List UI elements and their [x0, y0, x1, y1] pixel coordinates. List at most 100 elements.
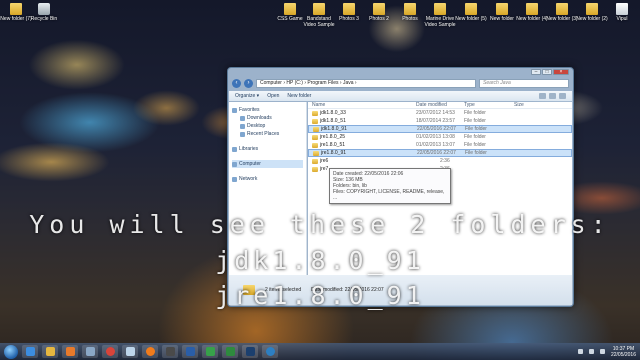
back-icon[interactable]: ‹ [232, 78, 241, 88]
folder-tooltip: Date created: 22/05/2016 22:06 Size: 136… [329, 168, 451, 204]
minimize-button[interactable]: – [531, 69, 541, 75]
open-button[interactable]: Open [267, 93, 279, 99]
volume-icon[interactable] [599, 349, 605, 354]
file-row[interactable]: jdk1.8.0_51 18/07/2014 23:57 File folder [308, 117, 572, 125]
file-type: File folder [465, 150, 487, 156]
file-date: 2:36 [440, 158, 450, 164]
folder-icon [586, 3, 598, 15]
column-date[interactable]: Date modified [416, 102, 464, 108]
desktop-icon-new-folder-5[interactable]: New folder (5) [455, 3, 487, 22]
file-type: File folder [464, 110, 486, 116]
desktop-icon-css-game[interactable]: CSS Game [274, 3, 306, 22]
view-options-icon[interactable] [539, 93, 546, 99]
nav-label: Network [239, 176, 258, 182]
taskbar-ie-icon[interactable] [22, 345, 38, 358]
desktop-icon-vipul[interactable]: Vipul [606, 3, 638, 22]
desktop-icon-label: New folder [490, 16, 514, 22]
caption-line-2: jdk1.8.0_91 [215, 246, 425, 275]
taskbar-chrome-icon[interactable] [102, 345, 118, 358]
forward-icon[interactable]: › [244, 78, 253, 88]
file-row[interactable]: jre1.8.0_25 01/02/2013 13:08 File folder [308, 133, 572, 141]
file-icon [616, 3, 628, 15]
column-type[interactable]: Type [464, 102, 514, 108]
file-name: jre6 [320, 158, 329, 164]
file-row[interactable]: jdk1.8.0_33 23/07/2012 14:53 File folder [308, 109, 572, 117]
desktop-icon-label: CSS Game [277, 16, 303, 22]
nav-gap [232, 168, 303, 175]
address-bar[interactable]: Computer › HP (C:) › Program Files › Jav… [256, 78, 476, 88]
recycle-bin-icon [38, 3, 50, 15]
desktop-icon-photos-2[interactable]: Photos 2 [363, 3, 395, 22]
clock[interactable]: 10:37 PM 22/05/2016 [611, 346, 636, 358]
star-icon [232, 107, 237, 113]
nav-computer[interactable]: Computer [232, 160, 303, 168]
help-icon[interactable] [559, 93, 566, 99]
taskbar-video-icon[interactable] [162, 345, 178, 358]
close-button[interactable]: × [553, 69, 569, 75]
desktop-icon-label: Photos 3 [339, 16, 359, 22]
nav-recent-places[interactable]: Recent Places [232, 130, 303, 138]
desktop-icon-photos-3[interactable]: Photos 3 [333, 3, 365, 22]
start-button[interactable] [4, 344, 18, 359]
file-date: 01/02/2013 13:08 [416, 134, 455, 140]
file-date: 22/05/2016 22:07 [417, 150, 456, 156]
network-tray-icon[interactable] [588, 349, 594, 354]
toolbar: Organize ▾ Open New folder [229, 91, 572, 101]
desktop-icon-recycle-bin[interactable]: Recycle Bin [28, 3, 60, 22]
file-name: jdk1.8.0_91 [321, 126, 347, 132]
column-size[interactable]: Size [514, 102, 544, 108]
nav-favorites[interactable]: Favorites [232, 106, 303, 114]
file-row-selected[interactable]: jre1.8.0_91 22/05/2016 22:07 File folder [308, 149, 572, 157]
nav-libraries[interactable]: Libraries [232, 145, 303, 153]
column-name[interactable]: Name [312, 102, 416, 108]
desktop-icon-new-folder-3[interactable]: New folder (3) [546, 3, 578, 22]
taskbar-globe-icon[interactable] [262, 345, 278, 358]
maximize-button[interactable]: □ [542, 69, 552, 75]
desktop-icon [240, 123, 245, 129]
search-input[interactable]: Search Java [479, 78, 569, 88]
file-row-selected[interactable]: jdk1.8.0_91 22/05/2016 22:07 File folder [308, 125, 572, 133]
folder-icon [434, 3, 446, 15]
desktop-icon-label: New folder (2) [576, 16, 608, 22]
desktop-icon-marine-drive[interactable]: Marine Drive Video Sample [424, 3, 456, 28]
folder-icon [312, 158, 318, 164]
taskbar-explorer-icon[interactable] [42, 345, 58, 358]
window-controls: – □ × [531, 69, 569, 75]
address-row: ‹ › Computer › HP (C:) › Program Files ›… [232, 78, 569, 88]
taskbar-notepad-icon[interactable] [122, 345, 138, 358]
file-date: 18/07/2014 23:57 [416, 118, 455, 124]
taskbar-camtasia-icon[interactable] [202, 345, 218, 358]
taskbar-firefox-icon[interactable] [142, 345, 158, 358]
tray-arrow-icon[interactable] [577, 349, 583, 354]
preview-pane-icon[interactable] [549, 93, 556, 99]
file-row[interactable]: jre1.8.0_51 01/02/2013 13:07 File folder [308, 141, 572, 149]
organize-button[interactable]: Organize ▾ [235, 93, 259, 99]
taskbar-app-icon[interactable] [82, 345, 98, 358]
nav-network[interactable]: Network [232, 175, 303, 183]
folder-icon [343, 3, 355, 15]
desktop-icon-photos[interactable]: Photos [394, 3, 426, 22]
folder-icon [10, 3, 22, 15]
taskbar-photoshop-icon[interactable] [242, 345, 258, 358]
desktop-icon-bandstand[interactable]: Bandstand Video Sample [303, 3, 335, 28]
computer-icon [232, 161, 237, 167]
desktop-icon-new-folder-2[interactable]: New folder (2) [576, 3, 608, 22]
nav-label: Favorites [239, 107, 260, 113]
nav-desktop[interactable]: Desktop [232, 122, 303, 130]
system-tray: 10:37 PM 22/05/2016 [577, 343, 636, 360]
nav-downloads[interactable]: Downloads [232, 114, 303, 122]
folder-icon [313, 126, 319, 132]
file-type: File folder [464, 134, 486, 140]
new-folder-button[interactable]: New folder [287, 93, 311, 99]
taskbar-word-icon[interactable] [182, 345, 198, 358]
file-row[interactable]: jre6 2:36 [308, 157, 572, 165]
network-icon [232, 176, 237, 182]
folder-icon [496, 3, 508, 15]
desktop-icon-new-folder-4[interactable]: New folder (4) [516, 3, 548, 22]
desktop-icon-new-folder[interactable]: New folder [486, 3, 518, 22]
nav-label: Libraries [239, 146, 259, 152]
taskbar-camtasia-2-icon[interactable] [222, 345, 238, 358]
desktop-icon-label: Marine Drive Video Sample [424, 16, 456, 28]
taskbar-media-player-icon[interactable] [62, 345, 78, 358]
desktop-icon-label: New folder (5) [455, 16, 487, 22]
